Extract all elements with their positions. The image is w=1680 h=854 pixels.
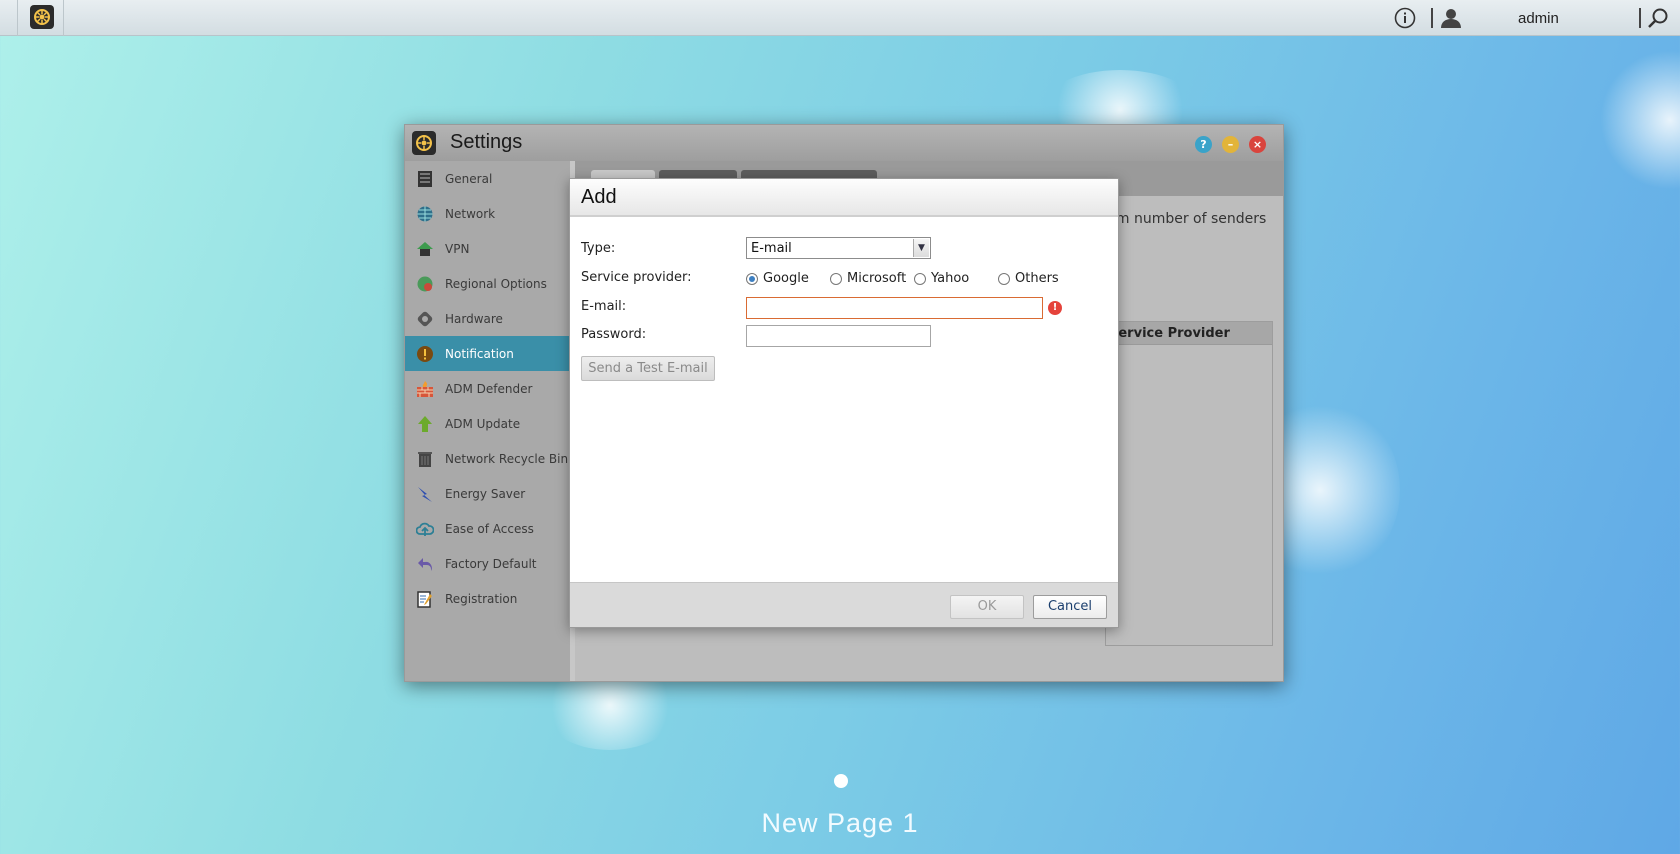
radio-button[interactable] [746,272,758,285]
info-icon[interactable] [1394,0,1416,36]
add-dialog: Add Type: E-mail ▼ Service provider: Goo… [569,178,1119,628]
hardware-icon [415,309,435,329]
window-title: Settings [450,131,523,153]
sidebar-item-general[interactable]: General [405,161,570,196]
sidebar-item-regional-options[interactable]: Regional Options [405,266,570,301]
adm-logo-icon[interactable] [30,5,54,29]
sidebar-item-ease-of-access[interactable]: Ease of Access [405,511,570,546]
sidebar-item-label: Network [445,206,496,221]
recycle-bin-icon [415,449,435,469]
sidebar-item-network-recycle-bin[interactable]: Network Recycle Bin [405,441,570,476]
sidebar-item-label: Factory Default [445,556,537,571]
provider-radio-microsoft[interactable]: Microsoft [830,271,906,286]
sidebar-item-notification[interactable]: Notification [405,336,570,371]
sidebar-item-energy-saver[interactable]: Energy Saver [405,476,570,511]
senders-description: um number of senders [1107,211,1267,227]
provider-label: Others [1015,271,1059,286]
sidebar-item-label: Energy Saver [445,486,526,501]
chevron-down-icon[interactable]: ▼ [913,239,929,257]
grid-header-service-provider[interactable]: Service Provider [1106,322,1272,345]
sidebar-item-network[interactable]: Network [405,196,570,231]
background-flare [1600,50,1680,190]
sidebar-item-label: General [445,171,493,186]
user-name[interactable]: admin [1518,0,1559,36]
registration-icon [415,589,435,609]
dialog-body: Type: E-mail ▼ Service provider: Google … [570,217,1118,582]
provider-radio-yahoo[interactable]: Yahoo [914,271,969,286]
page-indicator-dot[interactable] [834,774,848,788]
cloud-access-icon [415,519,435,539]
sidebar-item-label: VPN [445,241,470,256]
sidebar-item-label: Notification [445,346,514,361]
sidebar-item-label: ADM Defender [445,381,533,396]
provider-label: Microsoft [847,271,907,286]
dialog-title: Add [581,186,617,208]
provider-radio-others[interactable]: Others [998,271,1059,286]
close-icon[interactable]: × [1249,136,1266,153]
senders-grid: Service Provider [1105,321,1273,646]
sidebar-item-factory-default[interactable]: Factory Default [405,546,570,581]
taskbar-divider [1431,8,1433,28]
radio-button[interactable] [830,272,842,285]
general-icon [415,169,435,189]
taskbar-divider [63,0,64,36]
password-label: Password: [581,327,647,342]
desktop-page-label: New Page 1 [761,808,919,838]
sidebar-item-vpn[interactable]: VPN [405,231,570,266]
sidebar-item-label: Regional Options [445,276,547,291]
notification-icon [415,344,435,364]
search-icon[interactable] [1647,0,1669,36]
cancel-button[interactable]: Cancel [1033,595,1107,619]
energy-icon [415,484,435,504]
taskbar-divider [1639,8,1641,28]
sidebar-item-hardware[interactable]: Hardware [405,301,570,336]
sidebar-item-adm-defender[interactable]: ADM Defender [405,371,570,406]
email-field[interactable] [746,297,1043,319]
dialog-footer: OK Cancel [570,582,1118,627]
error-icon: ! [1048,301,1062,315]
user-name-label: admin [1518,9,1559,27]
type-label: Type: [581,241,616,256]
reset-arrow-icon [415,554,435,574]
email-label: E-mail: [581,299,627,314]
taskbar-divider [17,0,18,36]
update-arrow-icon [415,414,435,434]
radio-button[interactable] [914,272,926,285]
ok-button[interactable]: OK [950,595,1024,619]
send-test-email-button[interactable]: Send a Test E-mail [581,356,715,381]
regional-globe-icon [415,274,435,294]
sidebar-item-label: ADM Update [445,416,521,431]
firewall-icon [415,379,435,399]
service-provider-label: Service provider: [581,270,692,285]
type-select[interactable]: E-mail ▼ [746,237,931,259]
vpn-icon [415,239,435,259]
sidebar-item-label: Registration [445,591,518,606]
sidebar-item-adm-update[interactable]: ADM Update [405,406,570,441]
radio-button[interactable] [998,272,1010,285]
sidebar-item-label: Ease of Access [445,521,534,536]
minimize-icon[interactable]: – [1222,136,1239,153]
settings-sidebar: General Network VPN Regional Options Har… [405,161,570,681]
sidebar-item-label: Network Recycle Bin [445,451,569,466]
provider-radio-google[interactable]: Google [746,271,809,286]
type-select-value: E-mail [751,241,792,256]
network-globe-icon [415,204,435,224]
user-icon[interactable] [1440,0,1462,36]
provider-label: Google [763,271,809,286]
sidebar-item-registration[interactable]: Registration [405,581,570,616]
dialog-header[interactable]: Add [570,179,1118,217]
provider-label: Yahoo [931,271,970,286]
window-titlebar[interactable]: Settings ? – × [405,125,1283,161]
help-icon[interactable]: ? [1195,136,1212,153]
password-field[interactable] [746,325,931,347]
sidebar-item-label: Hardware [445,311,503,326]
settings-app-icon [412,131,436,155]
top-taskbar: admin [0,0,1680,36]
